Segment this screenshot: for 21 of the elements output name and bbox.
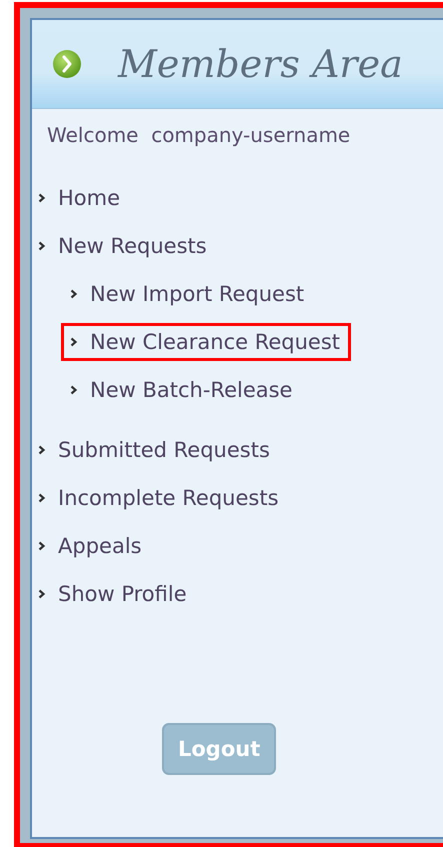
panel-title: Members Area <box>118 42 403 86</box>
menu-link[interactable]: Show Profile <box>29 575 198 613</box>
chevron-icon <box>38 541 46 551</box>
menu-link[interactable]: New Requests <box>29 227 218 265</box>
chevron-icon <box>70 337 78 347</box>
welcome-text: Welcome company-username <box>46 122 352 149</box>
chevron-icon <box>38 241 46 251</box>
menu-link[interactable]: Incomplete Requests <box>29 479 290 517</box>
menu-link[interactable]: Appeals <box>29 527 153 565</box>
submenu-link[interactable]: New Batch-Release <box>61 371 304 409</box>
chevron-icon <box>70 385 78 395</box>
arrow-circle-icon <box>52 49 82 79</box>
chevron-icon <box>70 289 78 299</box>
chevron-icon <box>38 193 46 203</box>
submenu-link[interactable]: New Clearance Request <box>61 323 352 361</box>
chevron-icon <box>38 589 46 599</box>
chevron-icon <box>38 445 46 455</box>
submenu-link[interactable]: New Import Request <box>61 275 316 313</box>
chevron-icon <box>38 493 46 503</box>
menu-link[interactable]: Home <box>29 179 132 217</box>
menu-link[interactable]: Submitted Requests <box>29 431 281 469</box>
